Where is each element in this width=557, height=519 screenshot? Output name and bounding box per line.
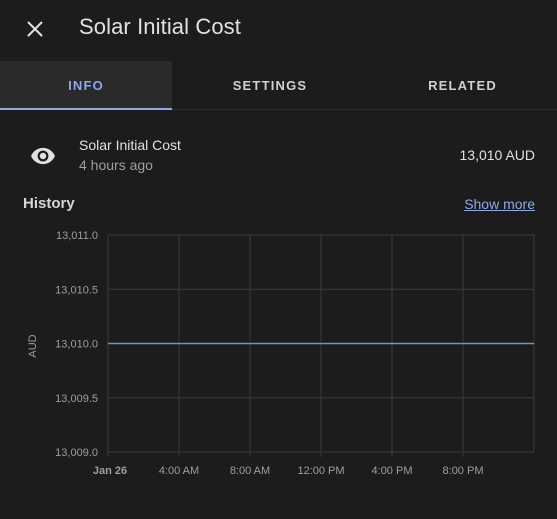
tab-info[interactable]: INFO	[0, 61, 172, 110]
chart-grid	[107, 234, 535, 457]
y-tick-label: 13,009.0	[55, 447, 98, 459]
x-tick-label: 12:00 PM	[297, 465, 344, 477]
tab-settings[interactable]: SETTINGS	[172, 61, 368, 109]
close-button[interactable]	[22, 16, 48, 42]
y-tick-label: 13,011.0	[56, 230, 98, 242]
entity-row: Solar Initial Cost 4 hours ago 13,010 AU…	[0, 130, 557, 180]
tab-settings-label: SETTINGS	[232, 77, 308, 93]
entity-name: Solar Initial Cost	[79, 137, 181, 153]
y-axis-label: AUD	[27, 334, 39, 357]
tab-bar: INFO SETTINGS RELATED	[0, 61, 557, 110]
y-tick-label: 13,010.5	[55, 284, 98, 296]
active-tab-indicator	[0, 108, 172, 110]
show-more-link[interactable]: Show more	[464, 196, 535, 212]
x-axis-ticks: Jan 26 4:00 AM 8:00 AM 12:00 PM 4:00 PM 8:00 …	[93, 465, 484, 477]
entity-state: 13,010 AUD	[459, 147, 536, 163]
eye-icon	[31, 147, 55, 165]
x-tick-label: 8:00 PM	[443, 465, 484, 477]
y-axis-ticks: 13,011.0 13,010.5 13,010.0 13,009.5 13,009.0	[55, 230, 98, 459]
dialog-header: Solar Initial Cost	[0, 0, 557, 60]
entity-last-changed: 4 hours ago	[79, 157, 153, 173]
x-tick-label: 8:00 AM	[230, 465, 270, 477]
tab-info-label: INFO	[68, 77, 104, 93]
close-icon	[27, 21, 43, 37]
tab-related-label: RELATED	[428, 77, 497, 93]
x-tick-label: Jan 26	[93, 465, 127, 477]
dialog-title: Solar Initial Cost	[79, 14, 241, 39]
y-tick-label: 13,009.5	[55, 393, 98, 405]
tab-related[interactable]: RELATED	[368, 61, 557, 109]
x-tick-label: 4:00 PM	[372, 465, 413, 477]
y-tick-label: 13,010.0	[55, 339, 98, 351]
history-title: History	[23, 195, 75, 212]
history-chart[interactable]: 13,011.0 13,010.5 13,010.0 13,009.5 13,009.0…	[0, 222, 557, 492]
x-tick-label: 4:00 AM	[159, 465, 199, 477]
